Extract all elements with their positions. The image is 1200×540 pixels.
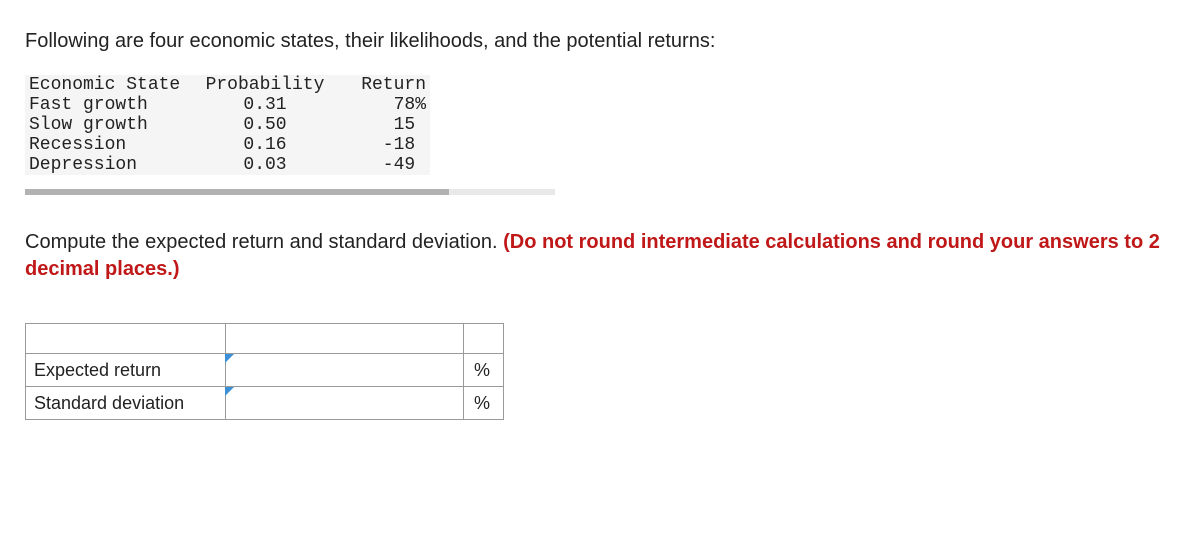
- answer-unit: %: [464, 354, 504, 387]
- cell-prob: 0.31: [195, 95, 335, 115]
- answer-unit: %: [464, 387, 504, 420]
- cell-return: -18: [335, 135, 430, 155]
- cell-return: 15: [335, 115, 430, 135]
- table-row: Fast growth 0.31 78%: [25, 95, 430, 115]
- expected-return-input[interactable]: [226, 354, 463, 386]
- economic-state-table: Economic State Probability Return Fast g…: [25, 75, 430, 175]
- answer-row-standard-deviation: Standard deviation %: [26, 387, 504, 420]
- table-header-row: Economic State Probability Return: [25, 75, 430, 95]
- header-economic-state: Economic State: [25, 75, 195, 95]
- cell-prob: 0.16: [195, 135, 335, 155]
- cell-state: Recession: [25, 135, 195, 155]
- header-return: Return: [335, 75, 430, 95]
- answer-input-cell: [226, 354, 464, 387]
- cell-state: Depression: [25, 155, 195, 175]
- standard-deviation-input[interactable]: [226, 387, 463, 419]
- cell-prob: 0.03: [195, 155, 335, 175]
- answer-label: Expected return: [26, 354, 226, 387]
- answer-input-cell: [226, 387, 464, 420]
- table-row: Recession 0.16 -18: [25, 135, 430, 155]
- header-probability: Probability: [195, 75, 335, 95]
- table-row: Slow growth 0.50 15: [25, 115, 430, 135]
- horizontal-scroll-indicator: [25, 189, 555, 195]
- cell-state: Fast growth: [25, 95, 195, 115]
- answer-label: Standard deviation: [26, 387, 226, 420]
- instruction-lead: Compute the expected return and standard…: [25, 231, 503, 253]
- answer-header-spacer: [26, 324, 504, 354]
- instruction-text: Compute the expected return and standard…: [25, 229, 1175, 283]
- input-indicator-icon: [225, 354, 234, 363]
- answer-table: Expected return % Standard deviation %: [25, 323, 504, 420]
- cell-return: 78%: [335, 95, 430, 115]
- cell-return: -49: [335, 155, 430, 175]
- answer-row-expected-return: Expected return %: [26, 354, 504, 387]
- cell-state: Slow growth: [25, 115, 195, 135]
- input-indicator-icon: [225, 387, 234, 396]
- intro-text: Following are four economic states, thei…: [25, 30, 1175, 53]
- cell-prob: 0.50: [195, 115, 335, 135]
- table-row: Depression 0.03 -49: [25, 155, 430, 175]
